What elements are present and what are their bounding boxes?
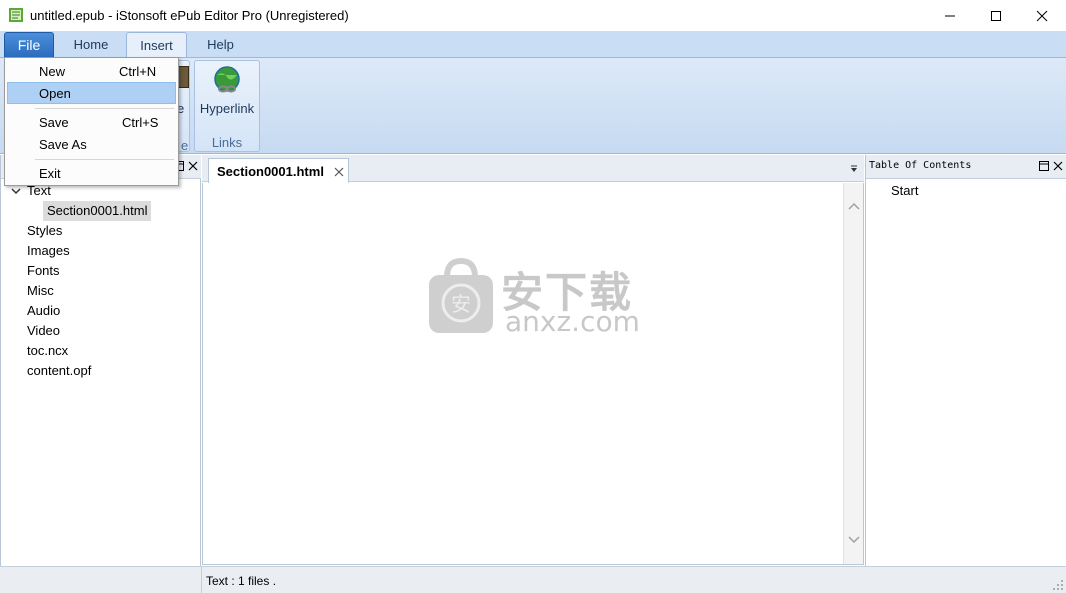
status-left-pane (0, 567, 202, 593)
menu-item-label: New (39, 64, 66, 79)
menu-item-label: Open (39, 86, 71, 101)
maximize-button[interactable] (973, 0, 1019, 31)
title-bar: untitled.epub - iStonsoft ePub Editor Pr… (0, 0, 1066, 31)
scroll-down-icon[interactable] (848, 535, 860, 545)
toc-panel: Table Of Contents Start (865, 155, 1066, 566)
watermark: 安 安下载 anxz.com (425, 255, 645, 345)
menu-separator (35, 108, 174, 109)
tab-list-dropdown-icon[interactable] (848, 163, 860, 175)
toc-title: Table Of Contents (869, 160, 972, 171)
toc-header: Table Of Contents (866, 155, 1066, 179)
menu-item-shortcut: Ctrl+N (119, 64, 157, 79)
menu-item-label: Exit (39, 166, 61, 181)
doc-tab-label: Section0001.html (217, 164, 324, 179)
scroll-up-icon[interactable] (848, 201, 860, 211)
watermark-en-text: anxz.com (505, 305, 640, 338)
tab-help[interactable]: Help (193, 32, 248, 57)
tree-item-section0001[interactable]: Section0001.html (43, 201, 152, 221)
svg-text:安: 安 (451, 292, 471, 316)
tab-insert[interactable]: Insert (126, 32, 187, 57)
toc-item-start[interactable]: Start (891, 183, 918, 198)
close-panel-icon[interactable] (1052, 160, 1064, 172)
tree-item-images[interactable]: Images (27, 241, 70, 261)
menu-item-open[interactable]: Open (7, 82, 176, 104)
minimize-icon (945, 15, 955, 16)
hyperlink-icon (214, 66, 240, 93)
tree-item-misc[interactable]: Misc (27, 281, 54, 301)
tab-section0001[interactable]: Section0001.html (208, 158, 349, 183)
editor-panel: Section0001.html 安 安下载 anxz.com (202, 155, 864, 566)
chevron-down-icon[interactable] (10, 185, 22, 197)
menu-item-save[interactable]: Save Ctrl+S (7, 111, 176, 133)
close-button[interactable] (1019, 0, 1065, 31)
close-tab-icon[interactable] (333, 166, 345, 178)
menu-tabs: File Home Insert Help (0, 31, 1066, 57)
partial-group-label: e (181, 138, 189, 153)
tree-item-fonts[interactable]: Fonts (27, 261, 60, 281)
window-title: untitled.epub - iStonsoft ePub Editor Pr… (30, 8, 349, 23)
watermark-bag-icon: 安 (429, 257, 493, 333)
status-bar: Text : 1 files . (0, 566, 1066, 593)
file-menu-dropdown: New Ctrl+N Open Save Ctrl+S Save As Exit (4, 57, 179, 186)
tab-file[interactable]: File (4, 32, 54, 57)
vertical-scrollbar[interactable] (843, 183, 863, 564)
maximize-icon (991, 10, 1001, 21)
menu-item-shortcut: Ctrl+S (122, 115, 159, 130)
menu-item-save-as[interactable]: Save As (7, 133, 176, 155)
menu-item-exit[interactable]: Exit (7, 162, 176, 184)
close-icon (1036, 10, 1048, 21)
close-panel-icon[interactable] (187, 160, 199, 172)
tree-item-styles[interactable]: Styles (27, 221, 62, 241)
float-icon[interactable] (1038, 160, 1050, 172)
app-icon (9, 8, 23, 22)
links-group-label: Links (211, 135, 243, 150)
menu-item-label: Save As (39, 137, 87, 152)
tab-home[interactable]: Home (62, 32, 120, 57)
tree-item-audio[interactable]: Audio (27, 301, 60, 321)
file-tree-panel: Text Section0001.html Styles Images Font… (0, 155, 201, 566)
tree-item-video[interactable]: Video (27, 321, 60, 341)
minimize-button[interactable] (927, 0, 973, 31)
menu-item-label: Save (39, 115, 69, 130)
editor-tab-bar: Section0001.html (202, 155, 864, 183)
menu-separator (35, 159, 174, 160)
tree-item-content[interactable]: content.opf (27, 361, 91, 381)
tree-item-toc[interactable]: toc.ncx (27, 341, 68, 361)
menu-item-new[interactable]: New Ctrl+N (7, 60, 176, 82)
hyperlink-button[interactable]: Hyperlink (195, 61, 259, 133)
editor-content-area[interactable]: 安 安下载 anxz.com (202, 183, 864, 565)
hyperlink-label: Hyperlink (199, 101, 255, 116)
status-text: Text : 1 files . (206, 574, 277, 588)
ribbon-group-links: Hyperlink Links (194, 60, 260, 152)
resize-grip-icon[interactable] (1052, 579, 1064, 591)
